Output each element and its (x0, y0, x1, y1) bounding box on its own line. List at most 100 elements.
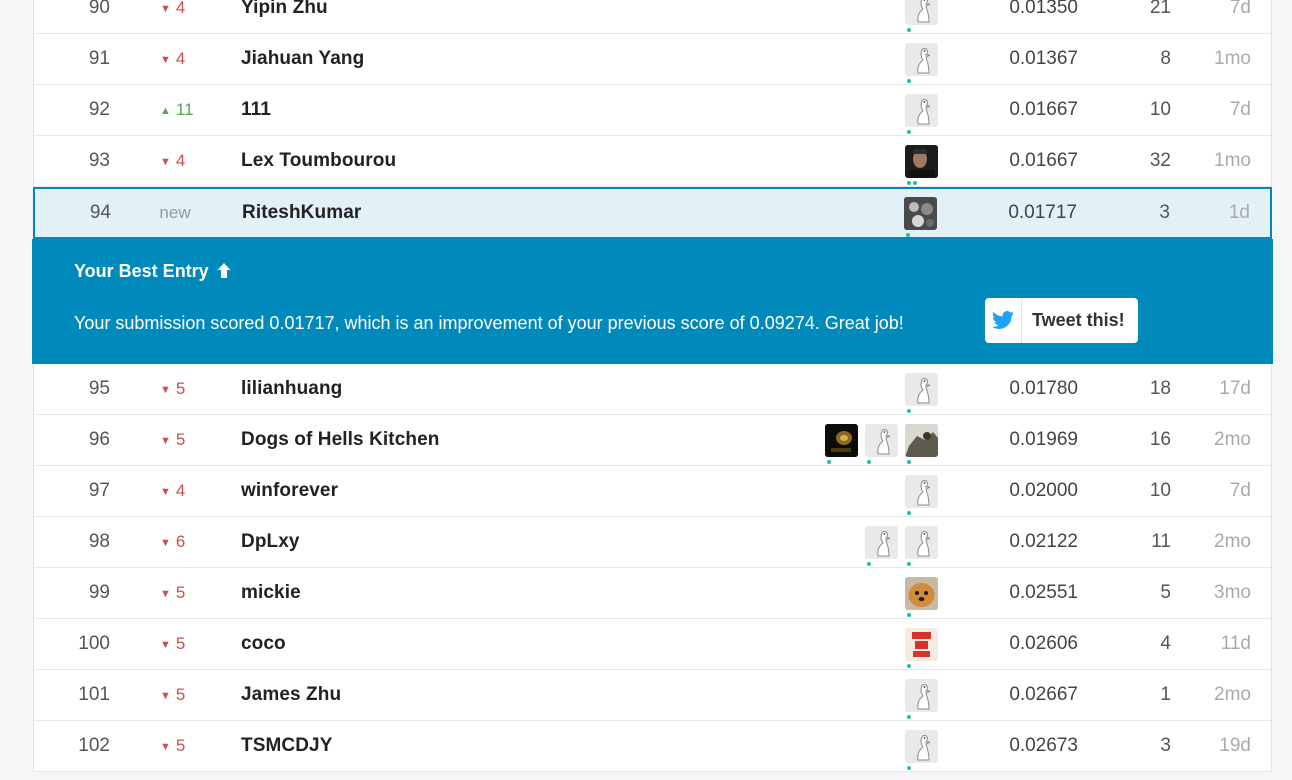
score: 0.02606 (1009, 633, 1078, 654)
team-members (904, 189, 937, 237)
last-submission: 7d (1229, 480, 1251, 501)
avatar[interactable] (865, 525, 898, 566)
team-name[interactable]: RiteshKumar (242, 189, 361, 237)
avatar[interactable] (905, 144, 938, 185)
team-name[interactable]: Lex Toumbourou (241, 136, 396, 186)
avatar-image (825, 423, 858, 457)
leaderboard-row[interactable]: 101 ▼ 5 James Zhu 0.02667 1 2mo (34, 670, 1271, 721)
team-members (905, 670, 938, 720)
avatar[interactable] (905, 372, 938, 413)
rank-change-value: 4 (175, 151, 186, 170)
tier-dot-icon (907, 27, 911, 32)
avatar[interactable] (905, 525, 938, 566)
best-entry-banner: Your Best Entry Your submission scored 0… (32, 239, 1273, 364)
team-members (905, 619, 938, 669)
leaderboard-rows-above: 90 ▼ 4 Yipin Zhu 0.01350 21 7d 91 ▼ 4 Jiahuan Yang… (34, 0, 1271, 187)
triangle-down-icon: ▼ (160, 486, 171, 498)
avatar[interactable] (905, 627, 938, 668)
triangle-down-icon: ▼ (160, 435, 171, 447)
leaderboard-row-current-user[interactable]: 94 new RiteshKumar 0.01717 3 1d (33, 187, 1272, 239)
score: 0.01969 (1009, 429, 1078, 450)
team-name[interactable]: DpLxy (241, 517, 300, 567)
tier-dot-icon (827, 459, 831, 464)
avatar[interactable] (905, 93, 938, 134)
leaderboard-row[interactable]: 96 ▼ 5 Dogs of Hells Kitchen 0.01969 16 2mo (34, 415, 1271, 466)
triangle-down-icon: ▼ (160, 639, 171, 651)
tier-dot-icon (907, 459, 911, 464)
leaderboard-user-row-wrap: 94 new RiteshKumar 0.01717 3 1d (33, 187, 1272, 239)
entries-count: 32 (1149, 150, 1171, 171)
avatar-image (905, 144, 938, 178)
score: 0.01667 (1009, 150, 1078, 171)
tier-dot-icon (907, 408, 911, 413)
team-name[interactable]: TSMCDJY (241, 721, 333, 771)
triangle-down-icon: ▼ (160, 54, 171, 66)
team-name[interactable]: coco (241, 619, 286, 669)
tweet-this-label: Tweet this! (1032, 310, 1125, 330)
leaderboard-table: 90 ▼ 4 Yipin Zhu 0.01350 21 7d 91 ▼ 4 Jiahuan Yang… (32, 0, 1273, 772)
avatar-image (905, 627, 938, 661)
leaderboard-row[interactable]: 90 ▼ 4 Yipin Zhu 0.01350 21 7d (34, 0, 1271, 34)
avatar-image (905, 372, 938, 406)
last-submission: 7d (1229, 0, 1251, 18)
leaderboard-row[interactable]: 102 ▼ 5 TSMCDJY 0.02673 3 19d (34, 721, 1271, 772)
leaderboard-row[interactable]: 95 ▼ 5 lilianhuang 0.01780 18 17d (34, 364, 1271, 415)
team-name[interactable]: winforever (241, 466, 338, 516)
team-name[interactable]: lilianhuang (241, 364, 342, 414)
leaderboard-row[interactable]: 100 ▼ 5 coco 0.02606 4 11d (34, 619, 1271, 670)
avatar[interactable] (905, 576, 938, 617)
tier-dot-icon (907, 510, 911, 515)
avatar[interactable] (865, 423, 898, 464)
entries-count: 18 (1149, 378, 1171, 399)
avatar-image (905, 423, 938, 457)
entries-count: 1 (1160, 684, 1171, 705)
avatar[interactable] (905, 729, 938, 770)
team-name[interactable]: James Zhu (241, 670, 341, 720)
avatar-image (905, 576, 938, 610)
rank-change: ▼ 5 (160, 619, 230, 669)
rank-change: ▼ 5 (160, 364, 230, 414)
last-submission: 1mo (1214, 150, 1251, 171)
tier-dot-icon (907, 714, 911, 719)
rank-change: ▼ 5 (160, 568, 230, 618)
score: 0.01717 (1008, 202, 1077, 223)
team-name[interactable]: Jiahuan Yang (241, 34, 364, 84)
rank-change: ▲ 11 (160, 85, 230, 135)
avatar[interactable] (905, 678, 938, 719)
avatar[interactable] (905, 423, 938, 464)
rank-change-value: 5 (175, 379, 186, 398)
avatar[interactable] (825, 423, 858, 464)
tier-dot-icon (907, 129, 911, 134)
avatar[interactable] (905, 42, 938, 83)
last-submission: 11d (1220, 633, 1251, 654)
rank-change: ▼ 6 (160, 517, 230, 567)
rank-change-value: 5 (175, 685, 186, 704)
team-name[interactable]: 111 (241, 85, 271, 135)
leaderboard-row[interactable]: 93 ▼ 4 Lex Toumbourou 0.01667 32 1mo (34, 136, 1271, 187)
triangle-up-icon: ▲ (160, 105, 171, 117)
avatar[interactable] (904, 196, 937, 237)
score: 0.02551 (1009, 582, 1078, 603)
triangle-down-icon: ▼ (160, 384, 171, 396)
last-submission: 2mo (1214, 684, 1251, 705)
leaderboard-row[interactable]: 92 ▲ 11 111 0.01667 10 7d (34, 85, 1271, 136)
leaderboard-row[interactable]: 97 ▼ 4 winforever 0.02000 10 7d (34, 466, 1271, 517)
team-name[interactable]: mickie (241, 568, 301, 618)
team-name[interactable]: Dogs of Hells Kitchen (241, 415, 439, 465)
leaderboard-row[interactable]: 91 ▼ 4 Jiahuan Yang 0.01367 8 1mo (34, 34, 1271, 85)
rank-change-value: 5 (175, 430, 186, 449)
entries-count: 8 (1160, 48, 1171, 69)
leaderboard-row[interactable]: 98 ▼ 6 DpLxy 0.02122 11 2mo (34, 517, 1271, 568)
team-members (905, 0, 938, 33)
avatar[interactable] (905, 474, 938, 515)
avatar[interactable] (905, 0, 938, 32)
rank-number: 91 (88, 48, 110, 69)
entries-count: 10 (1149, 480, 1171, 501)
entries-count: 5 (1160, 582, 1171, 603)
team-members (905, 466, 938, 516)
team-name[interactable]: Yipin Zhu (241, 0, 328, 33)
rank-number: 96 (88, 429, 110, 450)
tweet-this-button[interactable]: Tweet this! (985, 298, 1138, 343)
best-entry-title-text: Your Best Entry (74, 261, 209, 281)
leaderboard-row[interactable]: 99 ▼ 5 mickie 0.02551 5 3mo (34, 568, 1271, 619)
